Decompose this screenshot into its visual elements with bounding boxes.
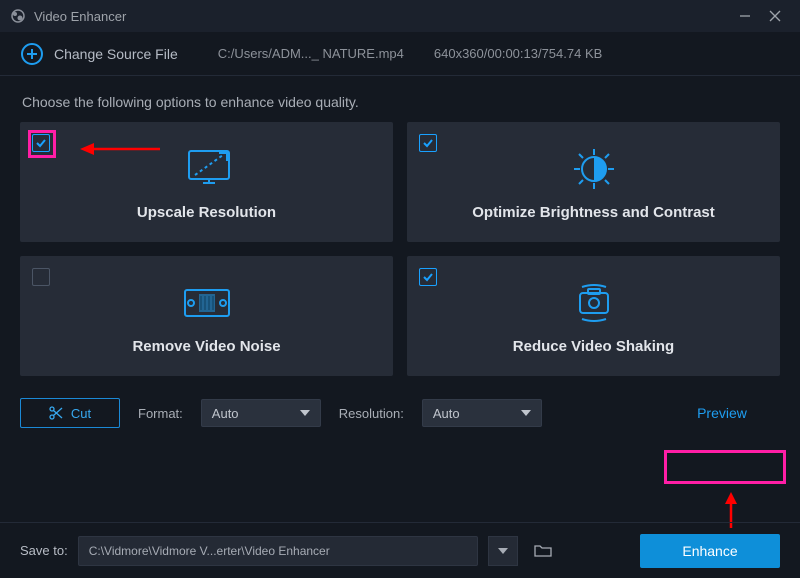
resolution-value: Auto	[433, 406, 460, 421]
saveto-path-field[interactable]: C:\Vidmore\Vidmore V...erter\Video Enhan…	[78, 536, 478, 566]
resolution-dropdown[interactable]: Auto	[422, 399, 542, 427]
controls-row: Cut Format: Auto Resolution: Auto Previe…	[0, 376, 800, 428]
open-folder-button[interactable]	[528, 536, 558, 566]
preview-label: Preview	[697, 405, 747, 421]
format-value: Auto	[212, 406, 239, 421]
card-remove-noise[interactable]: Remove Video Noise	[20, 256, 393, 376]
topbar: Change Source File C:/Users/ADM..._ NATU…	[0, 32, 800, 76]
saveto-label: Save to:	[20, 543, 68, 558]
card-title-noise: Remove Video Noise	[132, 338, 280, 355]
folder-icon	[534, 544, 552, 558]
saveto-path-value: C:\Vidmore\Vidmore V...erter\Video Enhan…	[89, 544, 330, 558]
resolution-label: Resolution:	[339, 406, 404, 421]
card-upscale-resolution[interactable]: Upscale Resolution	[20, 122, 393, 242]
checkbox-noise[interactable]	[32, 268, 50, 286]
chevron-down-icon	[300, 410, 310, 416]
add-source-icon[interactable]	[20, 42, 44, 66]
format-label: Format:	[138, 406, 183, 421]
annotation-highlight-preview	[664, 450, 786, 484]
chevron-down-icon	[498, 548, 508, 554]
cut-label: Cut	[71, 406, 91, 421]
file-path: C:/Users/ADM..._ NATURE.mp4	[218, 46, 404, 61]
minimize-button[interactable]	[730, 0, 760, 32]
brightness-icon	[564, 144, 624, 194]
upscale-icon	[177, 144, 237, 194]
file-meta: 640x360/00:00:13/754.74 KB	[434, 46, 602, 61]
footer: Save to: C:\Vidmore\Vidmore V...erter\Vi…	[0, 522, 800, 578]
app-title: Video Enhancer	[34, 9, 730, 24]
instruction-text: Choose the following options to enhance …	[0, 76, 800, 122]
cut-button[interactable]: Cut	[20, 398, 120, 428]
card-brightness-contrast[interactable]: Optimize Brightness and Contrast	[407, 122, 780, 242]
preview-button[interactable]: Preview	[664, 398, 780, 428]
checkbox-brightness[interactable]	[419, 134, 437, 152]
enhance-button[interactable]: Enhance	[640, 534, 780, 568]
card-title-brightness: Optimize Brightness and Contrast	[472, 204, 715, 221]
card-title-shaking: Reduce Video Shaking	[513, 338, 674, 355]
app-icon	[10, 8, 26, 24]
titlebar: Video Enhancer	[0, 0, 800, 32]
card-title-upscale: Upscale Resolution	[137, 204, 276, 221]
checkbox-upscale[interactable]	[32, 134, 50, 152]
change-source-link[interactable]: Change Source File	[54, 46, 178, 62]
format-dropdown[interactable]: Auto	[201, 399, 321, 427]
chevron-down-icon	[521, 410, 531, 416]
shaking-icon	[564, 278, 624, 328]
noise-icon	[177, 278, 237, 328]
checkbox-shaking[interactable]	[419, 268, 437, 286]
saveto-dropdown-button[interactable]	[488, 536, 518, 566]
options-grid: Upscale Resolution Optimize Brightness a…	[0, 122, 800, 376]
scissors-icon	[49, 406, 63, 420]
enhance-label: Enhance	[682, 543, 737, 559]
annotation-arrow-icon	[80, 140, 160, 158]
card-reduce-shaking[interactable]: Reduce Video Shaking	[407, 256, 780, 376]
close-button[interactable]	[760, 0, 790, 32]
